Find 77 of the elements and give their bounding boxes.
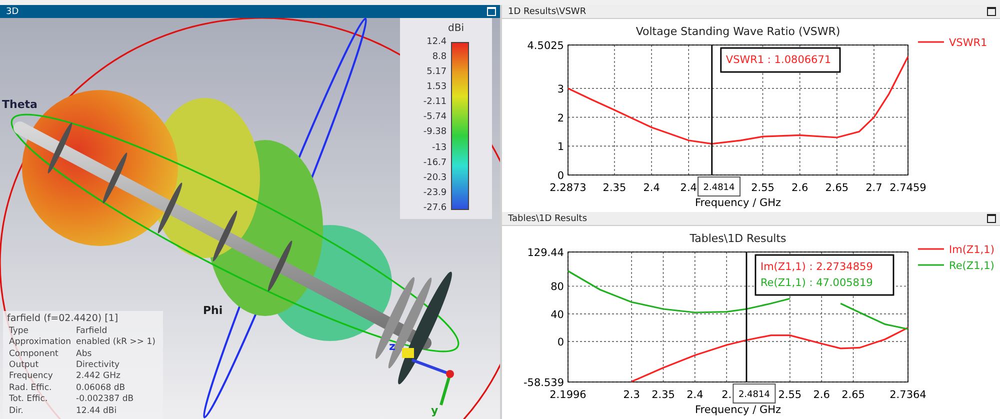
x-tick-label: 2.6: [791, 182, 808, 194]
chart-title: Voltage Standing Wave Ratio (VSWR): [636, 25, 840, 38]
colorbar-tick-label: 12.4: [426, 37, 447, 47]
x-tick-label: 2.3: [623, 389, 640, 401]
info-value: -0.002387 dB: [76, 394, 134, 406]
colorbar-tick-label: 5.17: [426, 67, 447, 78]
x-axis-label: Frequency / GHz: [695, 197, 781, 209]
legend-label: Re(Z1,1): [949, 260, 994, 272]
x-tick-label: 2.1996: [550, 389, 586, 401]
y-tick-label: 0: [557, 170, 564, 182]
y-tick-label: 40: [550, 308, 564, 321]
panel-title: Tables\1D Results: [508, 214, 588, 224]
info-title: farfield (f=02.4420) [1]: [7, 312, 120, 324]
info-label: Type: [9, 326, 30, 338]
info-label: Dir.: [9, 406, 24, 417]
info-label: Component: [9, 348, 60, 360]
x-tick-label: 2.4: [686, 389, 704, 401]
x-tick-label: 2.7459: [890, 182, 926, 194]
x-tick-label: 2.65: [842, 389, 865, 401]
colorbar-tick-label: -16.7: [423, 158, 447, 168]
y-tick-label: 4.5025: [527, 40, 564, 52]
x-tick-label: 2.55: [778, 389, 802, 401]
chart-title: Tables\1D Results: [690, 232, 786, 245]
y-tick-label: 129.44: [527, 247, 564, 259]
colorbar-tick-label: -9.38: [423, 127, 447, 138]
info-label: Frequency: [9, 371, 54, 383]
x-tick-label: 2.6: [813, 389, 830, 401]
info-value: Directivity: [76, 360, 120, 372]
info-label: Rad. Effic.: [9, 382, 53, 394]
info-label: Approximation: [9, 337, 72, 349]
readout-text: Im(Z1,1) : 2.2734859: [760, 261, 873, 273]
info-value: 0.06068 dB: [76, 382, 126, 394]
y-tick-label: 0: [557, 336, 564, 349]
legend-label: Im(Z1,1): [949, 244, 994, 256]
info-value: enabled (kR >> 1): [76, 337, 156, 349]
colorbar-tick-label: -20.3: [423, 172, 447, 183]
info-label: Output: [9, 360, 40, 372]
x-tick-label: 2.65: [825, 182, 849, 194]
colorbar-tick-label: -2.11: [423, 97, 447, 108]
x-tick-label: 2.7: [866, 182, 882, 194]
colorbar-tick-label: 1.53: [426, 82, 447, 92]
readout-text: VSWR1 : 1.0806671: [726, 54, 832, 66]
y-tick-label: -58.539: [523, 377, 564, 389]
x-axis-label: Frequency / GHz: [695, 404, 781, 416]
x-tick-label: 2.55: [751, 182, 774, 194]
x-tick-label: 2.4: [680, 182, 697, 194]
x-tick-label: 2.4: [643, 182, 660, 194]
info-value: 2.442 GHz: [76, 371, 120, 383]
axis-label: z: [389, 340, 396, 353]
x-tick-label: 2.: [722, 389, 732, 401]
x-tick-label: 2.7364: [890, 389, 926, 401]
x-tick-label: 2.35: [602, 182, 626, 194]
panel-title: 1D Results\VSWR: [508, 6, 586, 16]
x-tick-label: 2.2873: [550, 182, 586, 194]
y-tick-label: 80: [550, 281, 564, 294]
marker-x-label: 2.4814: [703, 183, 735, 193]
info-value: Abs: [76, 348, 92, 360]
info-value: 12.44 dBi: [76, 406, 117, 417]
info-label: Tot. Effic.: [9, 394, 49, 406]
colorbar-tick-label: 8.8: [432, 52, 447, 62]
axis-label: Theta: [2, 98, 38, 111]
colorbar-tick-label: -13: [432, 142, 447, 153]
x-tick-label: 2.35: [652, 389, 675, 401]
panel-title: 3D: [6, 6, 19, 16]
colorbar-tick-label: -27.6: [423, 202, 447, 213]
y-tick-label: 3: [557, 83, 564, 96]
y-tick-label: 1: [557, 141, 564, 154]
axis-label: y: [431, 404, 438, 417]
info-value: Farfield: [76, 326, 108, 338]
y-tick-label: 2: [557, 112, 564, 124]
colorbar-tick-label: -5.74: [423, 112, 447, 122]
colorbar-unit: dBi: [448, 23, 464, 34]
marker-x-label: 2.4814: [738, 390, 770, 400]
readout-text: Re(Z1,1) : 47.005819: [760, 277, 873, 289]
colorbar-tick-label: -23.9: [423, 188, 447, 198]
legend-label: VSWR1: [949, 37, 988, 49]
axis-label: Phi: [203, 304, 223, 317]
